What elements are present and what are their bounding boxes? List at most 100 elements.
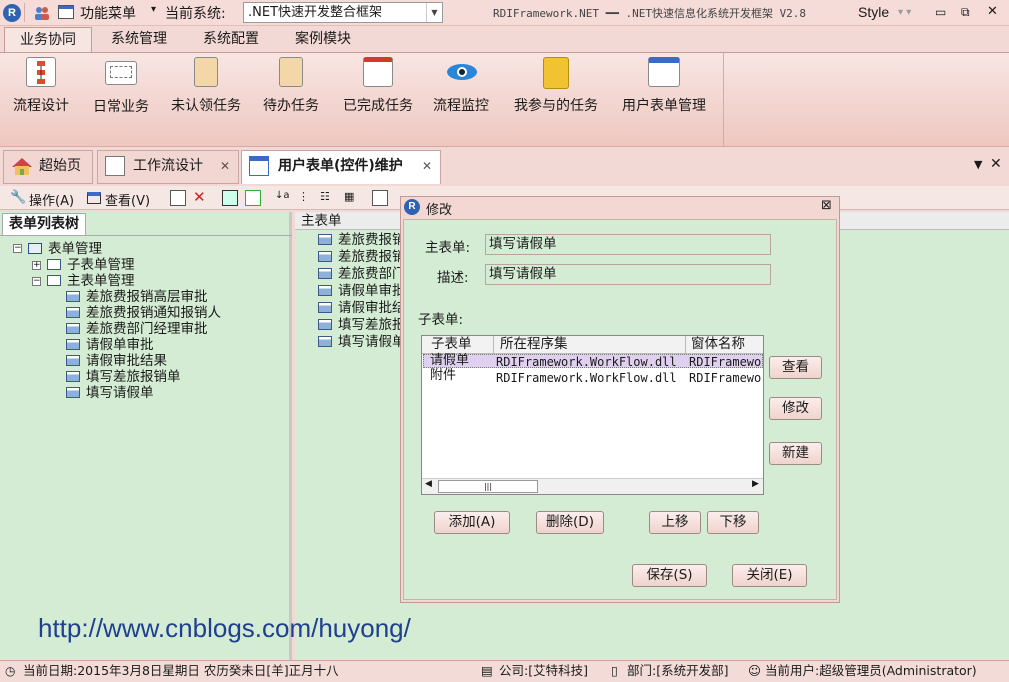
user-icon: ☺ <box>748 663 762 678</box>
list-item[interactable]: 填写差旅报 <box>318 317 406 333</box>
view-menu[interactable]: 查看(V) <box>105 190 150 209</box>
sort-icon[interactable]: ↓a <box>275 190 291 206</box>
tree-icon[interactable]: ⋮ <box>298 190 314 206</box>
blog-watermark: http://www.cnblogs.com/huyong/ <box>38 613 411 643</box>
tree-item[interactable]: 差旅费报销高层审批 <box>66 289 208 305</box>
refresh-icon[interactable] <box>245 190 261 206</box>
list-item[interactable]: 请假审批结 <box>318 300 406 316</box>
form-icon <box>318 319 332 330</box>
close-icon[interactable]: ⊠ <box>821 198 832 213</box>
edit-button[interactable]: 修改 <box>769 397 822 420</box>
tree-item[interactable]: 差旅费报销通知报销人 <box>66 305 221 321</box>
list-item[interactable]: 差旅费部门 <box>318 266 406 282</box>
close-icon[interactable]: ✕ <box>220 151 230 181</box>
ribbon-btn-daily[interactable]: 日常业务 <box>88 57 154 116</box>
list-item[interactable]: 填写请假单 <box>318 334 406 350</box>
delete-button[interactable]: 删除(D) <box>536 511 604 534</box>
ribbon-tab-config[interactable]: 系统配置 <box>190 27 272 52</box>
close-icon[interactable]: ✕ <box>422 151 432 181</box>
tree-item[interactable]: 填写请假单 <box>66 385 154 401</box>
tab-list-icon[interactable]: ▼ <box>974 158 982 171</box>
scroll-thumb[interactable]: ||| <box>438 480 538 493</box>
minimize-icon[interactable]: ▭ <box>935 5 946 19</box>
chevron-down-icon[interactable]: ▾ <box>151 4 156 15</box>
list-label: 填写差旅报 <box>338 317 406 333</box>
style-dropdown-icon[interactable]: ▾ ▾ <box>898 7 911 18</box>
current-system-label: 当前系统: <box>165 6 226 22</box>
horizontal-scrollbar[interactable]: ◀ ||| ▶ <box>422 478 763 494</box>
tree-item[interactable]: 请假审批结果 <box>66 353 167 369</box>
ribbon-tab-cases[interactable]: 案例模块 <box>282 27 364 52</box>
ribbon-btn-label: 流程设计 <box>13 98 69 114</box>
grid-header-window[interactable]: 窗体名称 <box>686 336 763 354</box>
doc-tab-home[interactable]: 超始页 <box>3 150 93 184</box>
scroll-right-icon[interactable]: ▶ <box>752 479 759 489</box>
ribbon-btn-todo[interactable]: 待办任务 <box>258 57 324 115</box>
list-label: 填写请假单 <box>338 334 406 350</box>
scroll-left-icon[interactable]: ◀ <box>425 479 432 489</box>
tree-node-subforms[interactable]: 子表单管理 <box>47 257 135 273</box>
tree-root[interactable]: 表单管理 <box>28 241 102 257</box>
close-all-icon[interactable]: ✕ <box>990 156 1002 172</box>
subform-grid[interactable]: 子表单 所在程序集 窗体名称 请假单 RDIFramework.WorkFlow… <box>421 335 764 495</box>
ribbon-btn-participated[interactable]: 我参与的任务 <box>508 57 604 115</box>
move-down-button[interactable]: 下移 <box>707 511 759 534</box>
restore-icon[interactable]: ⧉ <box>961 5 970 20</box>
new-button[interactable]: 新建 <box>769 442 822 465</box>
home-icon <box>11 156 32 176</box>
grid-header-assembly[interactable]: 所在程序集 <box>494 336 686 354</box>
add-icon[interactable] <box>170 190 186 206</box>
style-menu[interactable]: Style <box>858 4 889 20</box>
grid-header-subform[interactable]: 子表单 <box>422 336 494 354</box>
ribbon-tab-system[interactable]: 系统管理 <box>98 27 180 52</box>
main-form-field[interactable]: 填写请假单 <box>485 234 771 255</box>
list-item[interactable]: 差旅费报销 <box>318 232 406 248</box>
ribbon-btn-unclaimed[interactable]: 未认领任务 <box>166 57 246 115</box>
ribbon-tab-collab[interactable]: 业务协同 <box>4 27 92 52</box>
grid-cell: 请假单 <box>430 353 470 368</box>
list-item[interactable]: 差旅费报销 <box>318 249 406 265</box>
system-select[interactable]: .NET快速开发整合框架 ▼ <box>243 2 443 23</box>
close-icon[interactable]: ✕ <box>987 4 998 19</box>
ribbon-btn-user-forms[interactable]: 用户表单管理 <box>616 57 712 115</box>
form-icon <box>66 291 80 302</box>
form-icon <box>318 285 332 296</box>
delete-icon[interactable]: ✕ <box>193 188 209 206</box>
ribbon-btn-label: 流程监控 <box>433 98 489 114</box>
doc-tab-user-forms[interactable]: 用户表单(控件)维护 ✕ <box>241 150 441 184</box>
tree-node-mainforms[interactable]: 主表单管理 <box>47 273 135 289</box>
operate-menu[interactable]: 操作(A) <box>29 190 74 209</box>
tab-form-tree[interactable]: 表单列表树 <box>2 213 86 235</box>
tree-item[interactable]: 差旅费部门经理审批 <box>66 321 208 337</box>
ribbon-btn-flow-design[interactable]: 流程设计 <box>8 57 74 115</box>
list-item[interactable]: 请假单审批 <box>318 283 406 299</box>
doc-tab-workflow[interactable]: 工作流设计 ✕ <box>97 150 239 184</box>
menu-icon <box>58 5 74 19</box>
expand-icon[interactable]: + <box>32 261 41 270</box>
list-label: 差旅费报销 <box>338 232 406 248</box>
properties-icon[interactable] <box>372 190 388 206</box>
list-icon[interactable]: ☷ <box>320 190 336 206</box>
tree-item[interactable]: 请假单审批 <box>66 337 154 353</box>
grid-icon[interactable]: ▦ <box>344 190 360 206</box>
status-company: 公司:[艾特科技] <box>499 663 588 678</box>
users-icon[interactable] <box>34 5 50 21</box>
add-button[interactable]: 添加(A) <box>434 511 510 534</box>
desc-field[interactable]: 填写请假单 <box>485 264 771 285</box>
app-logo: R <box>404 199 420 215</box>
move-up-button[interactable]: 上移 <box>649 511 701 534</box>
view-button[interactable]: 查看 <box>769 356 822 379</box>
close-button[interactable]: 关闭(E) <box>732 564 807 587</box>
collapse-icon[interactable]: − <box>13 244 22 253</box>
ribbon-btn-monitor[interactable]: 流程监控 <box>428 57 494 115</box>
export-icon[interactable] <box>222 190 238 206</box>
tree-item[interactable]: 填写差旅报销单 <box>66 369 181 385</box>
status-bar: ◷ 当前日期:2015年3月8日星期日 农历癸未日[羊]正月十八 ▤ 公司:[艾… <box>0 660 1009 682</box>
collapse-icon[interactable]: − <box>32 277 41 286</box>
divider <box>24 3 25 22</box>
ribbon-btn-done[interactable]: 已完成任务 <box>338 57 418 115</box>
chevron-down-icon[interactable]: ▼ <box>426 3 442 22</box>
daily-icon <box>105 61 137 85</box>
func-menu[interactable]: 功能菜单 <box>80 3 136 23</box>
save-button[interactable]: 保存(S) <box>632 564 707 587</box>
